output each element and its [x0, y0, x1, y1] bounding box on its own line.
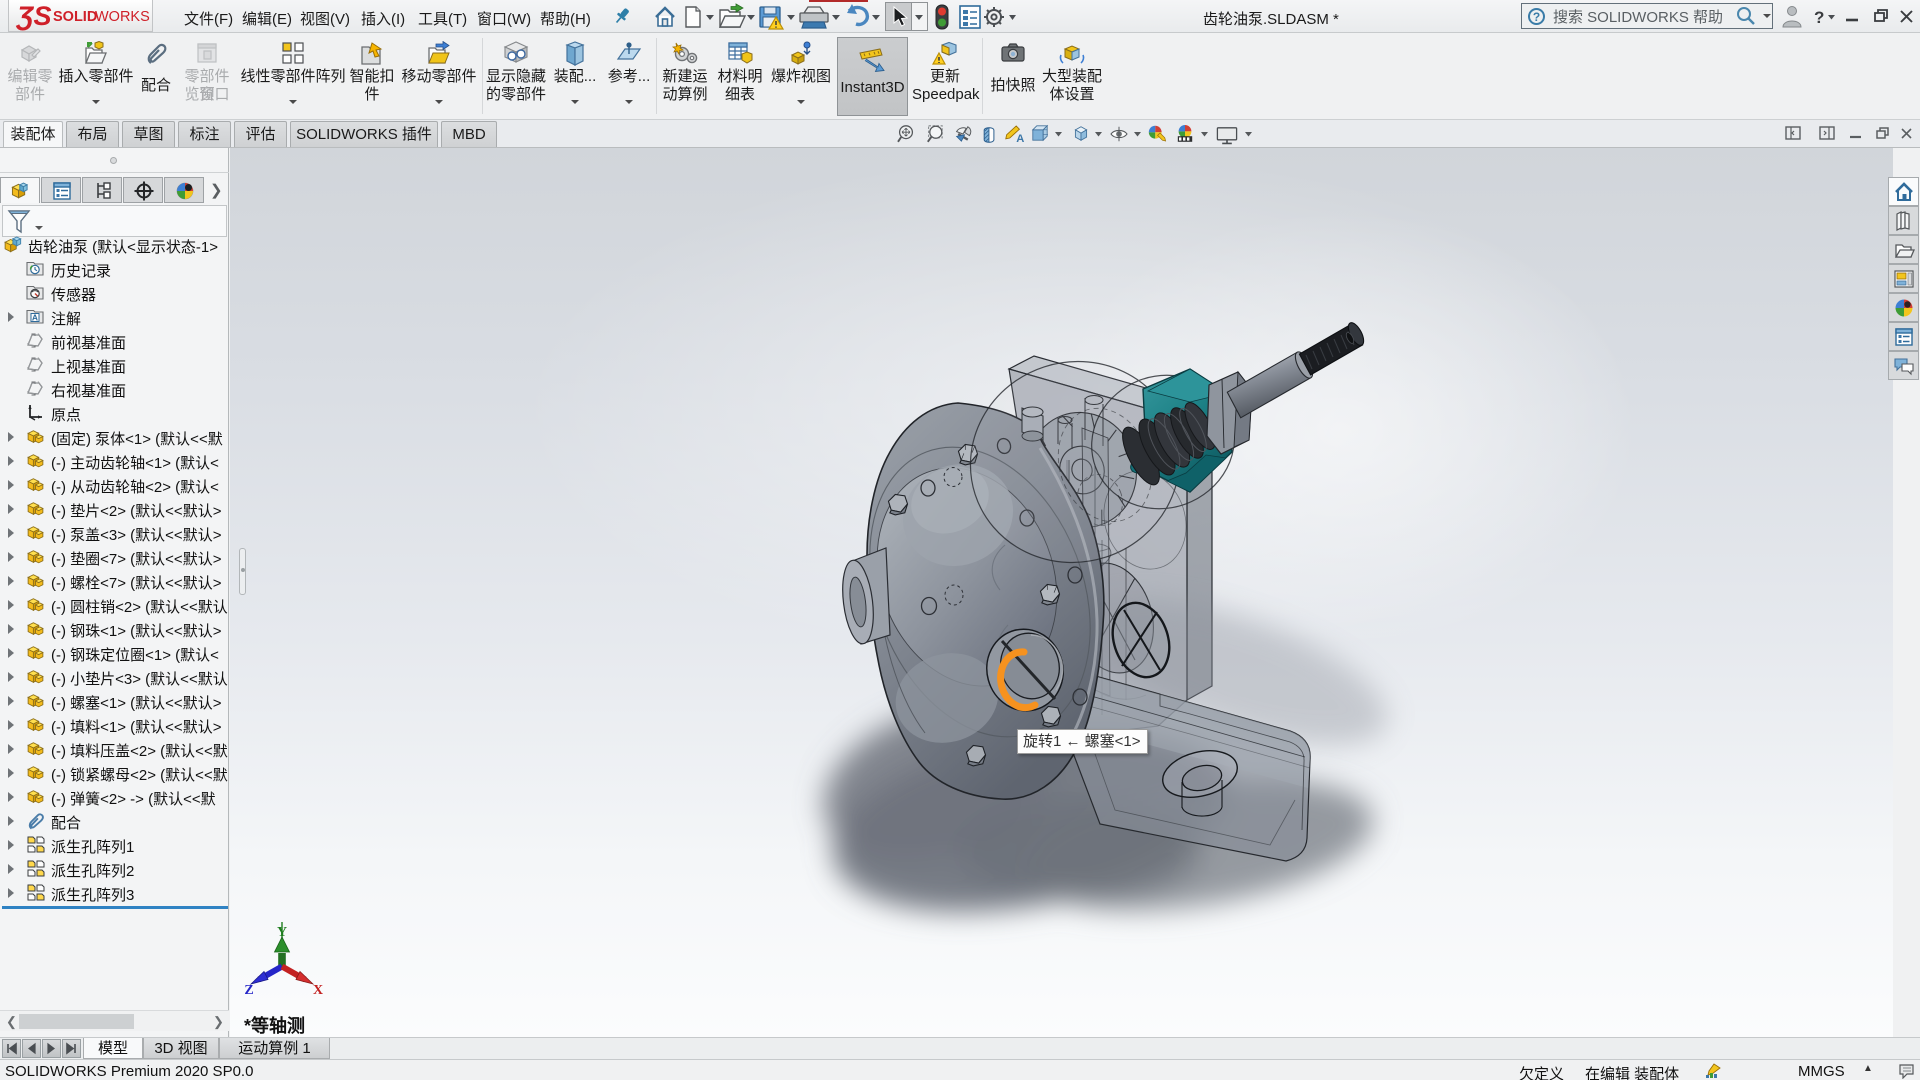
svg-text:X: X — [313, 983, 323, 998]
svg-text:ƷS: ƷS — [15, 1, 52, 31]
svg-text:SOLID: SOLID — [53, 9, 97, 25]
svg-text:WORKS: WORKS — [95, 9, 150, 25]
svg-text:A: A — [1016, 133, 1024, 145]
svg-text:Z: Z — [244, 983, 253, 998]
svg-text:A: A — [32, 313, 38, 323]
svg-text:?: ? — [1814, 8, 1824, 27]
